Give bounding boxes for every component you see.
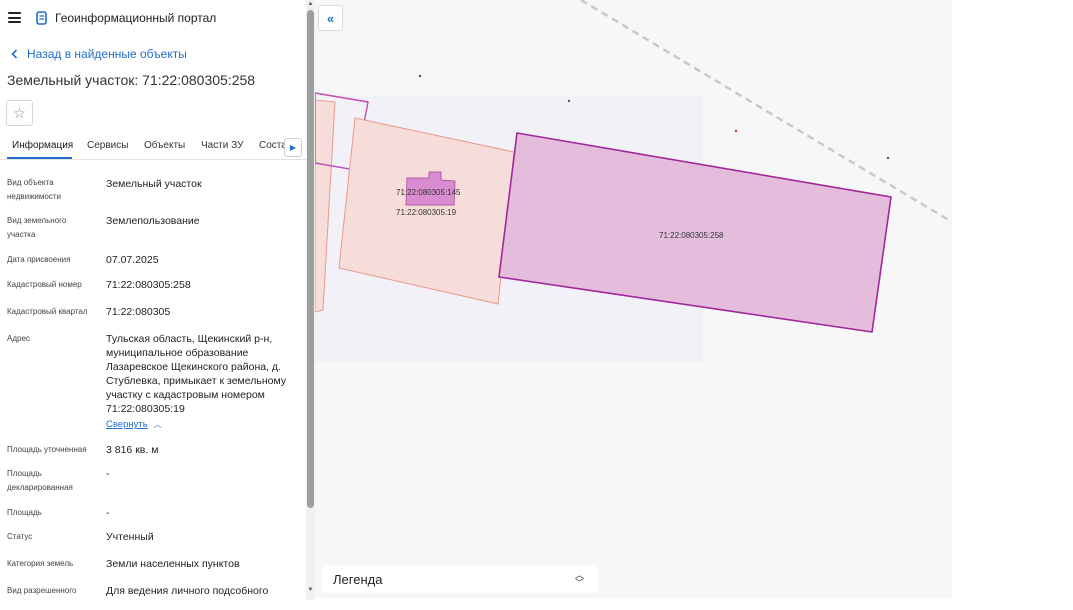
property-label: Площадь: [7, 508, 42, 517]
tabs-scroll-right-button[interactable]: ▶: [284, 138, 302, 157]
property-value: 71:22:080305:258: [106, 279, 191, 291]
map-point: [418, 74, 422, 78]
map-canvas[interactable]: 71:22:080305:145 71:22:080305:19 71:22:0…: [315, 0, 952, 598]
sidebar-header: Геоинформационный портал: [0, 0, 306, 36]
expand-collapse-icon[interactable]: ︿ ﹀: [575, 571, 584, 588]
app-title: Геоинформационный портал: [55, 11, 217, 25]
chevron-left-icon: [11, 49, 18, 59]
property-value: 3 816 кв. м: [106, 444, 159, 456]
property-label: Кадастровый квартал: [7, 307, 88, 316]
map-point: [886, 156, 890, 160]
menu-icon[interactable]: [8, 12, 21, 23]
map-bottom-gap: [315, 598, 952, 610]
property-label: Вид объекта недвижимости: [7, 178, 61, 201]
parcel-label-258: 71:22:080305:258: [659, 231, 724, 240]
tab-composition[interactable]: Соста: [259, 140, 287, 151]
scrollbar-thumb[interactable]: [307, 10, 314, 508]
active-tab-indicator: [7, 157, 72, 159]
legend-panel[interactable]: Легенда ︿ ﹀: [322, 565, 598, 593]
property-value: Учтенный: [106, 531, 154, 543]
double-chevron-left-icon: «: [326, 10, 335, 26]
property-value: Земельный участок: [106, 178, 202, 190]
right-blank-area: [952, 0, 1073, 610]
property-label: Площадь декларированная: [7, 469, 73, 492]
address-collapse-link[interactable]: Свернуть ︿: [106, 419, 162, 430]
property-label: Категория земель: [7, 559, 74, 568]
map-point: [734, 129, 738, 133]
chevron-right-icon: ▶: [289, 143, 297, 152]
property-value: 71:22:080305: [106, 306, 171, 318]
portal-logo-icon: [36, 11, 47, 25]
property-value: Для ведения личного подсобного: [106, 585, 269, 597]
property-label: Дата присвоения: [7, 255, 71, 264]
collapse-label: Свернуть: [106, 419, 148, 430]
parcel-label-19: 71:22:080305:19: [396, 208, 457, 217]
chevron-up-icon: ︿: [153, 420, 162, 429]
tab-objects[interactable]: Объекты: [144, 140, 185, 151]
map-layer: 71:22:080305:145 71:22:080305:19 71:22:0…: [315, 0, 952, 362]
tab-services[interactable]: Сервисы: [87, 140, 128, 151]
scroll-up-icon[interactable]: ▲: [307, 1, 314, 8]
property-label: Адрес: [7, 334, 30, 343]
star-icon: ☆: [13, 104, 26, 121]
property-value: Землепользование: [106, 215, 200, 227]
parcel-label-145: 71:22:080305:145: [396, 188, 461, 197]
property-label: Вид разрешенного: [7, 586, 77, 595]
tab-parts[interactable]: Части ЗУ: [201, 140, 243, 151]
property-value: Земли населенных пунктов: [106, 558, 240, 570]
back-link[interactable]: Назад в найденные объекты: [10, 47, 187, 61]
property-value: -: [106, 468, 110, 480]
address-value: Тульская область, Щекинский р-н, муницип…: [106, 333, 287, 415]
property-label: Площадь уточненная: [7, 445, 87, 454]
property-label: Вид земельного участка: [7, 216, 67, 239]
property-value: -: [106, 507, 110, 519]
property-label: Статус: [7, 532, 33, 541]
sidebar-scrollbar[interactable]: ▲ ▼: [306, 0, 315, 600]
tab-information[interactable]: Информация: [12, 140, 73, 151]
property-value: 07.07.2025: [106, 254, 159, 266]
collapse-panel-button[interactable]: «: [318, 5, 343, 31]
app-window: Геоинформационный портал Назад в найденн…: [0, 0, 1073, 610]
legend-label: Легенда: [333, 571, 383, 587]
favorite-button[interactable]: ☆: [6, 100, 33, 126]
info-sidebar: Геоинформационный портал Назад в найденн…: [0, 0, 315, 610]
object-title: Земельный участок: 71:22:080305:258: [7, 72, 256, 88]
property-label: Кадастровый номер: [7, 280, 82, 289]
back-link-label: Назад в найденные объекты: [27, 47, 187, 61]
map-point: [567, 99, 571, 103]
scroll-down-icon[interactable]: ▼: [307, 587, 314, 594]
tabs-bar: Информация Сервисы Объекты Части ЗУ Сост…: [0, 132, 306, 160]
